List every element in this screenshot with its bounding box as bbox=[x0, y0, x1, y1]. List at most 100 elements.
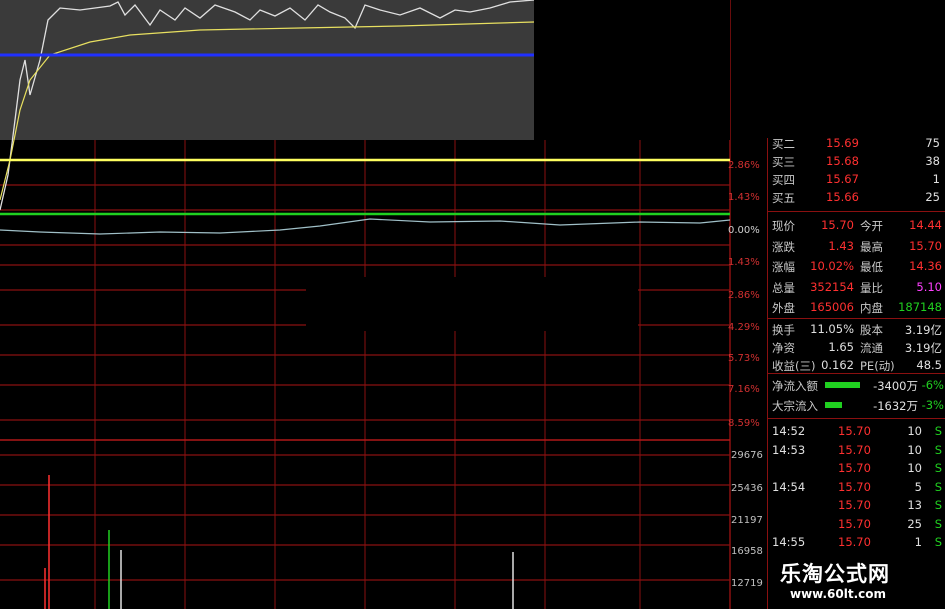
stat-label: 总量 bbox=[772, 280, 795, 295]
tick-time: 14:52 bbox=[772, 424, 806, 438]
volume-tick-label: 25436 bbox=[731, 483, 763, 494]
volume-tick-label: 16958 bbox=[731, 546, 763, 557]
stat-label: 涨跌 bbox=[772, 239, 795, 254]
bid-volume: 1 bbox=[932, 172, 940, 186]
stat-value: 187148 bbox=[898, 300, 942, 314]
bid-price: 15.68 bbox=[826, 154, 859, 168]
stat-row: 涨幅 10.02% 最低 14.36 bbox=[768, 257, 945, 275]
fund-value: 1.65 bbox=[828, 340, 854, 354]
tick-price: 15.70 bbox=[838, 479, 871, 494]
stat-label: 量比 bbox=[860, 280, 883, 295]
bid-row: 买二 15.69 75 bbox=[768, 134, 945, 152]
percent-tick-label: 1.43% bbox=[728, 192, 760, 203]
bid-label: 买三 bbox=[772, 155, 795, 169]
stat-label: 外盘 bbox=[772, 301, 795, 315]
redaction-box bbox=[306, 277, 638, 331]
percent-tick-label: 8.59% bbox=[728, 418, 760, 429]
stat-value: 14.36 bbox=[909, 259, 942, 273]
tick-price: 15.70 bbox=[838, 424, 871, 438]
percent-tick-label: 2.86% bbox=[728, 160, 760, 171]
percent-tick-label: 1.43% bbox=[728, 257, 760, 268]
tick-row: 14:54 15.70 5 S bbox=[768, 478, 945, 496]
bid-row: 买四 15.67 1 bbox=[768, 170, 945, 188]
tick-row: 14:52 15.70 10 S bbox=[768, 422, 945, 440]
tick-row: 15.70 13 S bbox=[768, 496, 945, 514]
fund-label: 收益(三) bbox=[772, 359, 816, 373]
flow-bar bbox=[825, 382, 860, 388]
tick-time: 14:54 bbox=[772, 479, 806, 494]
tick-volume: 25 bbox=[907, 516, 922, 531]
stat-value: 10.02% bbox=[810, 259, 854, 273]
fund-label: 股本 bbox=[860, 323, 883, 337]
fund-value: 3.19亿 bbox=[904, 323, 942, 337]
percent-tick-label: 0.00% bbox=[728, 225, 760, 236]
bid-volume: 38 bbox=[925, 154, 940, 168]
stat-label: 最低 bbox=[860, 260, 883, 274]
stat-row: 涨跌 1.43 最高 15.70 bbox=[768, 237, 945, 255]
bid-row: 买五 15.66 25 bbox=[768, 188, 945, 206]
tick-side: S bbox=[934, 461, 942, 475]
flow-amount: -3400万 bbox=[873, 379, 918, 393]
bid-label: 买五 bbox=[772, 191, 795, 205]
percent-tick-label: 5.73% bbox=[728, 353, 760, 364]
stat-label: 最高 bbox=[860, 239, 883, 254]
tick-row: 15.70 10 S bbox=[768, 459, 945, 477]
fund-value: 48.5 bbox=[916, 358, 942, 372]
tick-price: 15.70 bbox=[838, 498, 871, 512]
tick-volume: 10 bbox=[907, 442, 922, 457]
tick-side: S bbox=[934, 535, 942, 549]
stat-value: 15.70 bbox=[909, 238, 942, 253]
tick-side: S bbox=[934, 442, 942, 457]
stat-label: 内盘 bbox=[860, 301, 883, 315]
fund-label: PE(动) bbox=[860, 359, 895, 373]
bid-label: 买二 bbox=[772, 137, 795, 151]
stat-value: 14.44 bbox=[909, 218, 942, 232]
flow-percent: -6% bbox=[921, 378, 944, 392]
fund-value: 0.162 bbox=[821, 358, 854, 372]
fund-label: 流通 bbox=[860, 341, 883, 355]
fund-row: 收益(三) 0.162 PE(动) 48.5 bbox=[768, 356, 945, 374]
fund-label: 换手 bbox=[772, 323, 795, 337]
stat-row: 现价 15.70 今开 14.44 bbox=[768, 216, 945, 234]
bid-label: 买四 bbox=[772, 173, 795, 187]
stat-label: 涨幅 bbox=[772, 260, 795, 274]
price-area-fill bbox=[0, 0, 534, 140]
fund-row: 换手 11.05% 股本 3.19亿 bbox=[768, 320, 945, 338]
tick-side: S bbox=[934, 424, 942, 438]
bid-price: 15.69 bbox=[826, 136, 859, 150]
percent-tick-label: 7.16% bbox=[728, 384, 760, 395]
tick-volume: 10 bbox=[907, 424, 922, 438]
watermark-url: www.60lt.com bbox=[790, 587, 887, 601]
stat-value: 165006 bbox=[810, 300, 854, 314]
flow-amount: -1632万 bbox=[873, 399, 918, 413]
stat-value: 1.43 bbox=[828, 238, 854, 253]
percent-tick-label: 2.86% bbox=[728, 290, 760, 301]
intraday-chart-window: 2.86% 1.43% 0.00% 1.43% 2.86% 4.29% 5.73% 7.16%… bbox=[0, 0, 945, 609]
tick-volume: 5 bbox=[914, 479, 922, 494]
bid-volume: 25 bbox=[925, 190, 940, 204]
flow-row: 大宗流入 -1632万 -3% bbox=[768, 396, 945, 414]
watermark-title: 乐淘公式网 bbox=[780, 562, 890, 586]
volume-tick-label: 21197 bbox=[731, 515, 763, 526]
tick-price: 15.70 bbox=[838, 516, 871, 531]
tick-row: 15.70 25 S bbox=[768, 515, 945, 533]
tick-row: 14:55 15.70 1 S bbox=[768, 533, 945, 551]
tick-side: S bbox=[934, 498, 942, 512]
tick-volume: 10 bbox=[907, 461, 922, 475]
stat-label: 现价 bbox=[772, 219, 795, 233]
tick-row: 14:53 15.70 10 S bbox=[768, 441, 945, 459]
tick-side: S bbox=[934, 479, 942, 494]
stat-row: 外盘 165006 内盘 187148 bbox=[768, 298, 945, 316]
fund-label: 净资 bbox=[772, 341, 795, 355]
bid-volume: 75 bbox=[925, 136, 940, 150]
tick-time: 14:53 bbox=[772, 442, 806, 457]
tick-price: 15.70 bbox=[838, 535, 871, 549]
volume-tick-label: 29676 bbox=[731, 450, 763, 461]
flow-label: 大宗流入 bbox=[772, 399, 818, 413]
tick-side: S bbox=[934, 516, 942, 531]
bid-price: 15.67 bbox=[826, 172, 859, 186]
flow-row: 净流入额 -3400万 -6% bbox=[768, 376, 945, 394]
flow-label: 净流入额 bbox=[772, 379, 818, 393]
tick-volume: 1 bbox=[914, 535, 922, 549]
tick-volume: 13 bbox=[907, 498, 922, 512]
